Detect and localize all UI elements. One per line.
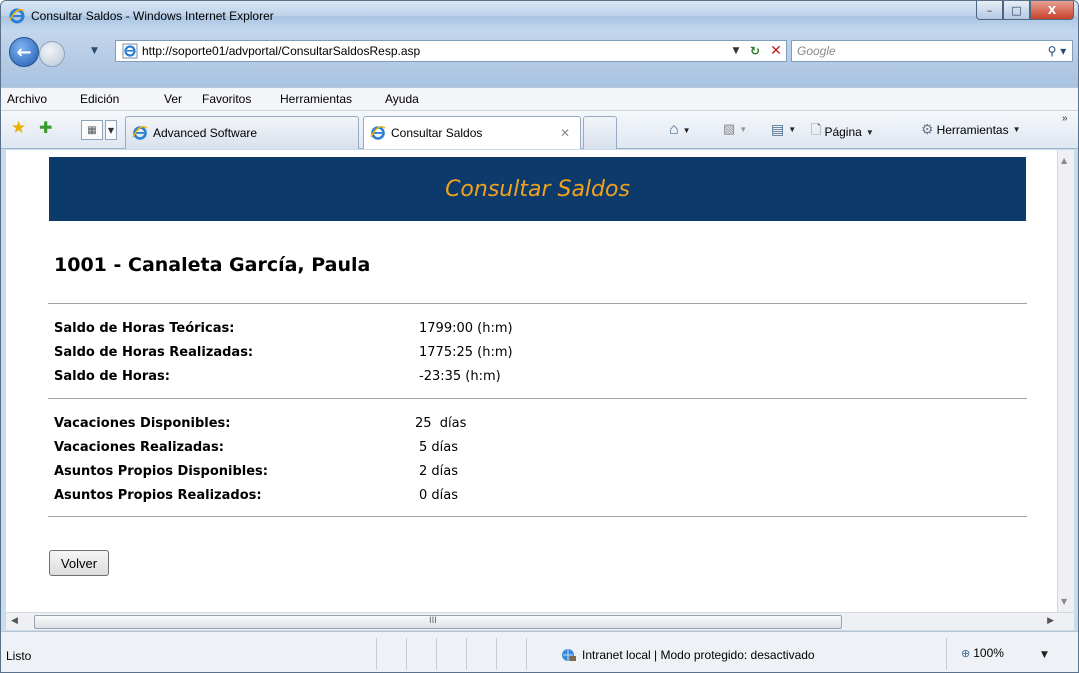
page-menu-label: Página — [824, 125, 862, 139]
home-icon: ⌂ — [669, 121, 679, 138]
zoom-level: 100% — [973, 646, 1004, 660]
feeds-button[interactable]: ▧ ▼ — [723, 121, 747, 137]
menu-archivo[interactable]: Archivo — [7, 92, 47, 106]
hours-done-value: 1775:25 (h:m) — [419, 345, 513, 360]
status-text: Listo — [6, 649, 32, 663]
close-tab-icon[interactable]: ✕ — [560, 126, 570, 140]
personal-days-taken-label: Asuntos Propios Realizados: — [54, 488, 262, 503]
security-zone[interactable]: Intranet local | Modo protegido: desacti… — [561, 648, 815, 662]
back-page-button[interactable]: Volver — [49, 550, 109, 576]
divider — [48, 398, 1027, 399]
personal-days-available-label: Asuntos Propios Disponibles: — [54, 464, 268, 479]
menu-favoritos[interactable]: Favoritos — [202, 92, 251, 106]
status-divider — [406, 638, 407, 670]
zone-label: Intranet local | Modo protegido: desacti… — [582, 648, 815, 662]
scroll-left-icon[interactable]: ◀ — [11, 616, 18, 626]
menu-bar: Archivo Edición Ver Favoritos Herramient… — [1, 87, 1078, 111]
zoom-dropdown-icon[interactable]: ▼ — [1041, 650, 1048, 660]
status-divider — [946, 638, 947, 670]
print-button[interactable]: ▤ ▼ — [771, 121, 796, 138]
divider — [48, 516, 1027, 517]
menu-ver[interactable]: Ver — [164, 92, 182, 106]
new-tab-button[interactable] — [583, 116, 617, 149]
address-bar[interactable]: http://soporte01/advportal/ConsultarSald… — [115, 40, 787, 62]
add-favorites-icon[interactable]: ✚ — [39, 118, 59, 138]
address-input[interactable]: http://soporte01/advportal/ConsultarSald… — [142, 44, 728, 58]
scroll-down-icon[interactable]: ▼ — [1061, 597, 1067, 606]
tab-list-dropdown[interactable]: ▼ — [105, 120, 117, 140]
page-icon — [122, 43, 138, 59]
hours-done-label: Saldo de Horas Realizadas: — [54, 345, 254, 360]
search-box[interactable]: Google ⚲ ▾ — [791, 40, 1073, 62]
window-title: Consultar Saldos - Windows Internet Expl… — [31, 9, 274, 23]
status-divider — [526, 638, 527, 670]
personal-days-taken-value: 0 días — [419, 488, 459, 503]
status-divider — [496, 638, 497, 670]
minimize-button[interactable]: – — [976, 1, 1003, 20]
employee-heading: 1001 - Canaleta García, Paula — [54, 254, 371, 276]
refresh-icon[interactable]: ↻ — [744, 44, 766, 58]
address-dropdown-icon[interactable]: ▼ — [728, 46, 744, 56]
printer-icon: ▤ — [771, 121, 785, 137]
page-banner: Consultar Saldos — [49, 157, 1026, 221]
stop-icon[interactable]: ✕ — [766, 43, 786, 59]
quick-tabs-button[interactable]: ▦ — [81, 120, 103, 140]
menu-edicion[interactable]: Edición — [80, 92, 119, 106]
status-divider — [376, 638, 377, 670]
arrow-left-icon: ← — [16, 41, 32, 63]
menu-herramientas[interactable]: Herramientas — [280, 92, 352, 106]
close-window-button[interactable]: X — [1030, 1, 1074, 20]
zoom-control[interactable]: ⊕ 100% — [961, 646, 1004, 660]
maximize-button[interactable]: □ — [1003, 1, 1030, 20]
hours-balance-label: Saldo de Horas: — [54, 369, 170, 384]
forward-button[interactable] — [39, 41, 65, 67]
title-bar[interactable]: Consultar Saldos - Windows Internet Expl… — [1, 1, 1078, 31]
zoom-icon: ⊕ — [961, 647, 971, 660]
history-dropdown-button[interactable]: ▼ — [91, 46, 98, 56]
tab-label: Advanced Software — [153, 126, 258, 140]
scrollbar-thumb[interactable]: III — [34, 615, 842, 629]
menu-ayuda[interactable]: Ayuda — [385, 92, 419, 106]
vacation-available-label: Vacaciones Disponibles: — [54, 416, 231, 431]
status-bar: Listo Intranet local | Modo protegido: d… — [1, 631, 1078, 672]
divider — [48, 303, 1027, 304]
ie-logo-icon — [9, 8, 25, 24]
page-menu-button[interactable]: 🗋 Página ▼ — [811, 121, 874, 143]
ie-logo-icon — [370, 125, 386, 140]
tools-menu-button[interactable]: ⚙ Herramientas ▼ — [921, 121, 1021, 138]
search-input[interactable]: Google — [792, 44, 1042, 58]
scroll-up-icon[interactable]: ▲ — [1061, 156, 1067, 165]
page-content: Consultar Saldos 1001 - Canaleta García,… — [6, 150, 1057, 612]
page-icon: 🗋 — [811, 122, 822, 137]
hours-theoretical-label: Saldo de Horas Teóricas: — [54, 321, 235, 336]
chevron-more-icon[interactable]: » — [1062, 113, 1068, 124]
horizontal-scrollbar[interactable]: ◀ III ▶ — [6, 612, 1074, 630]
status-divider — [466, 638, 467, 670]
banner-title: Consultar Saldos — [445, 176, 630, 202]
status-divider — [436, 638, 437, 670]
intranet-globe-icon — [562, 649, 576, 661]
personal-days-available-value: 2 días — [419, 464, 459, 479]
tab-advanced-software[interactable]: Advanced Software — [125, 116, 359, 149]
vacation-available-value: 25 días — [415, 416, 467, 431]
gear-icon: ⚙ — [921, 121, 934, 137]
tools-menu-label: Herramientas — [936, 122, 1009, 137]
vertical-scrollbar[interactable]: ▲ ▼ — [1057, 150, 1074, 612]
window-controls: – □ X — [976, 1, 1074, 21]
home-button[interactable]: ⌂ ▼ — [669, 121, 691, 139]
ie-logo-icon — [132, 125, 148, 140]
scroll-right-icon[interactable]: ▶ — [1047, 616, 1054, 626]
vacation-taken-label: Vacaciones Realizadas: — [54, 440, 224, 455]
search-icon[interactable]: ⚲ ▾ — [1042, 44, 1072, 58]
browser-window: Consultar Saldos - Windows Internet Expl… — [0, 0, 1079, 673]
tab-label: Consultar Saldos — [391, 126, 483, 140]
favorites-star-icon[interactable]: ★ — [11, 118, 31, 138]
feed-icon: ▧ — [723, 121, 736, 136]
grip-icon: III — [429, 616, 437, 626]
tab-consultar-saldos[interactable]: Consultar Saldos ✕ — [363, 116, 581, 149]
hours-theoretical-value: 1799:00 (h:m) — [419, 321, 513, 336]
back-button[interactable]: ← — [9, 37, 39, 67]
vacation-taken-value: 5 días — [419, 440, 459, 455]
hours-balance-value: -23:35 (h:m) — [419, 369, 501, 384]
